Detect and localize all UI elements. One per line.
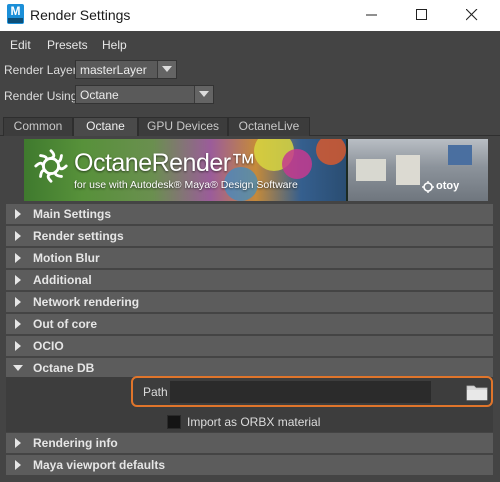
tab-octane[interactable]: Octane	[73, 117, 138, 137]
render-using-label: Render Using	[4, 89, 78, 103]
section-render-settings[interactable]: Render settings	[6, 226, 493, 246]
minimize-icon	[366, 14, 377, 16]
banner-subtitle: for use with Autodesk® Maya® Design Soft…	[74, 179, 298, 191]
render-using-dropdown[interactable]: Octane	[75, 85, 214, 104]
triangle-right-icon	[15, 253, 21, 263]
triangle-right-icon	[15, 460, 21, 470]
triangle-right-icon	[15, 341, 21, 351]
section-main-settings[interactable]: Main Settings	[6, 204, 493, 224]
triangle-down-icon	[13, 365, 23, 371]
triangle-right-icon	[15, 297, 21, 307]
triangle-right-icon	[15, 231, 21, 241]
render-layer-label: Render Layer	[4, 63, 77, 77]
close-button[interactable]	[449, 0, 495, 31]
menu-help[interactable]: Help	[102, 38, 127, 52]
otoy-brand: otoy	[436, 180, 460, 192]
section-network-rendering[interactable]: Network rendering	[6, 292, 493, 312]
section-octane-db[interactable]: Octane DB	[6, 358, 493, 378]
otoy-logo: otoy	[422, 180, 464, 194]
otoy-mark-icon	[422, 181, 434, 193]
render-layer-dropdown[interactable]: masterLayer	[75, 60, 177, 79]
octane-logo-icon	[34, 149, 68, 183]
menu-edit[interactable]: Edit	[10, 38, 31, 52]
menu-bar: Edit Presets Help	[0, 31, 500, 57]
triangle-right-icon	[15, 319, 21, 329]
minimize-button[interactable]	[349, 0, 395, 31]
render-layer-value: masterLayer	[80, 63, 147, 77]
maximize-icon	[416, 9, 427, 20]
triangle-right-icon	[15, 209, 21, 219]
menu-presets[interactable]: Presets	[47, 38, 88, 52]
tab-octanelive[interactable]: OctaneLive	[228, 117, 310, 136]
section-additional[interactable]: Additional	[6, 270, 493, 290]
tab-strip: Common Octane GPU Devices OctaneLive	[0, 114, 500, 137]
octane-banner: OctaneRender™ for use with Autodesk® May…	[24, 139, 488, 201]
banner-title: OctaneRender™	[74, 149, 256, 177]
window-title: Render Settings	[30, 7, 131, 23]
chevron-down-icon	[199, 91, 209, 97]
triangle-right-icon	[15, 438, 21, 448]
section-rendering-info[interactable]: Rendering info	[6, 433, 493, 453]
tab-gpu-devices[interactable]: GPU Devices	[138, 117, 228, 136]
section-motion-blur[interactable]: Motion Blur	[6, 248, 493, 268]
render-using-value: Octane	[80, 88, 119, 102]
close-icon	[466, 9, 478, 21]
title-bar: M Render Settings	[0, 0, 500, 31]
import-orbx-checkbox[interactable]	[167, 415, 181, 429]
maximize-button[interactable]	[399, 0, 445, 31]
path-highlight-outline	[131, 376, 493, 407]
section-ocio[interactable]: OCIO	[6, 336, 493, 356]
triangle-right-icon	[15, 275, 21, 285]
maya-app-icon: M	[7, 4, 24, 24]
banner-office-image	[348, 139, 488, 201]
tab-common[interactable]: Common	[3, 117, 73, 136]
section-out-of-core[interactable]: Out of core	[6, 314, 493, 334]
section-maya-viewport-defaults[interactable]: Maya viewport defaults	[6, 455, 493, 475]
chevron-down-icon	[162, 66, 172, 72]
import-orbx-label: Import as ORBX material	[187, 415, 321, 429]
